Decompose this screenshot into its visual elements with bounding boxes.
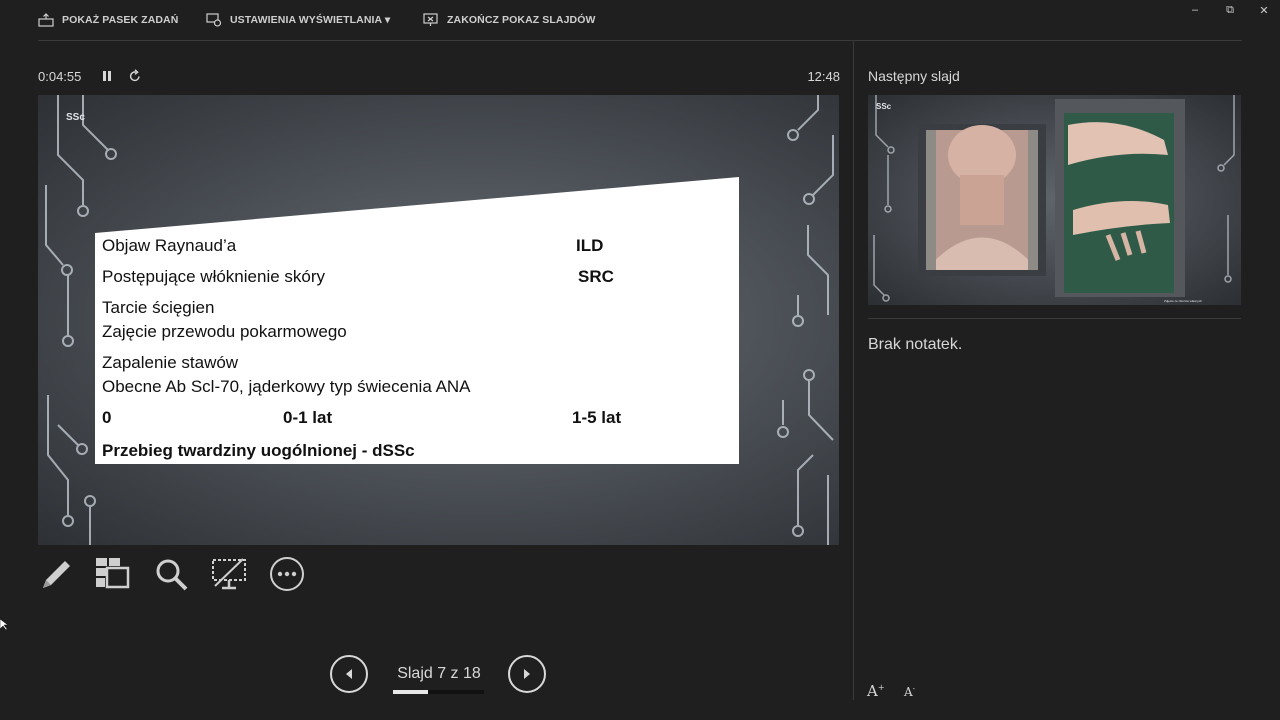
end-slideshow-button[interactable]: ZAKOŃCZ POKAZ SLAJDÓW [423,13,596,27]
symptom-ild: ILD [576,236,604,255]
pause-timer-button[interactable] [101,70,113,82]
next-slide-tag: SSc [876,102,892,111]
taskbar-icon [38,13,54,27]
increase-font-button[interactable]: A+ [867,682,885,700]
content-panel-shape [95,177,739,464]
presenter-top-bar: POKAŻ PASEK ZADAŃ USTAWIENIA WYŚWIETLANI… [0,0,1280,42]
display-settings-label: USTAWIENIA WYŚWIETLANIA ▾ [230,14,391,26]
restore-button[interactable]: ⧉ [1222,4,1238,18]
next-slide-thumbnail[interactable]: SSc Zdjęcie ze zbiorów własnych [868,95,1241,305]
show-taskbar-button[interactable]: POKAŻ PASEK ZADAŃ [38,13,178,27]
black-screen-icon [212,558,246,590]
next-arrow-icon [524,669,530,679]
symptom-antibodies: Obecne Ab Scl-70, jąderkowy typ świeceni… [102,377,471,396]
black-screen-button[interactable] [211,556,247,592]
decrease-font-button[interactable]: A- [904,685,915,699]
restart-timer-button[interactable] [129,69,141,85]
slide-counter[interactable]: Slajd 7 z 18 [390,665,488,683]
current-slide[interactable]: SSc Objaw Raynaud’a ILD Postępujące włók… [38,95,839,545]
next-slide-label: Następny slajd [868,68,960,84]
next-slide-caption: Zdjęcie ze zbiorów własnych [1164,299,1203,303]
speaker-notes[interactable]: Brak notatek. [868,336,962,354]
slide-progress-track [393,690,484,694]
timeline-start: 0 [102,408,112,427]
timeline-1-5: 1-5 lat [572,408,622,427]
pen-icon [43,561,70,588]
symptom-skin-fibrosis: Postępujące włóknienie skóry [102,267,326,286]
next-slide-preview-image [873,95,1235,302]
notes-separator [868,318,1241,319]
close-button[interactable]: ✕ [1256,4,1272,18]
restart-icon [129,69,140,82]
symptom-gi-involvement: Zajęcie przewodu pokarmowego [102,322,347,341]
slide-progress-fill [393,690,429,694]
slide-content-panel: Objaw Raynaud’a ILD Postępujące włóknien… [95,177,739,464]
current-time: 12:48 [807,69,840,84]
slide-tag: SSc [66,112,85,123]
show-taskbar-label: POKAŻ PASEK ZADAŃ [62,14,179,26]
pause-icon [103,71,106,81]
display-settings-icon [206,13,222,27]
timeline-0-1: 0-1 lat [283,408,333,427]
symptom-tendon-friction: Tarcie ścięgien [102,298,215,317]
symptom-src: SRC [578,267,614,286]
elapsed-timer: 0:04:55 [38,69,82,84]
symptom-arthritis: Zapalenie stawów [102,353,239,372]
next-slide-button[interactable] [508,655,546,693]
increase-font-icon: A [867,682,878,700]
slide-footer-title: Przebieg twardziny uogólnionej - dSSc [102,441,415,460]
more-options-icon [270,557,304,591]
mouse-cursor-icon [0,619,8,631]
top-separator [38,40,1242,41]
symptom-raynaud: Objaw Raynaud’a [102,236,237,255]
panel-divider [853,40,854,700]
previous-arrow-icon [346,669,352,679]
magnifier-icon [156,559,188,591]
grid-icon [96,558,130,589]
previous-slide-button[interactable] [330,655,368,693]
end-slideshow-icon [423,13,438,26]
see-all-slides-button[interactable] [94,556,130,592]
end-slideshow-label: ZAKOŃCZ POKAZ SLAJDÓW [447,14,596,26]
display-settings-button[interactable]: USTAWIENIA WYŚWIETLANIA ▾ [206,13,390,27]
zoom-slide-button[interactable] [153,556,189,592]
more-options-button[interactable] [269,556,305,592]
decrease-font-icon: A [904,685,913,699]
pen-tool-button[interactable] [37,556,73,592]
minimize-button[interactable]: – [1187,4,1203,18]
